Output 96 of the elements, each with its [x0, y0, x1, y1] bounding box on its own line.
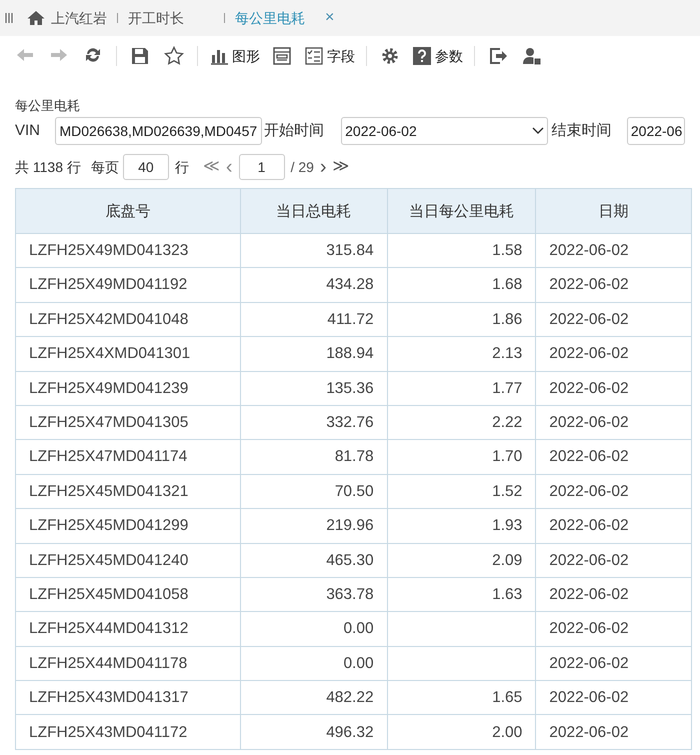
page-size-label: 每页	[90, 158, 119, 176]
table-cell: 135.36	[240, 371, 388, 406]
table-cell: 482.22	[240, 680, 388, 715]
table-cell: 1.77	[387, 371, 536, 406]
table-cell: 496.32	[240, 714, 388, 750]
table-cell: LZFH25X45MD041240	[16, 543, 240, 578]
table-cell: LZFH25X47MD041305	[16, 405, 240, 440]
date-dropdown[interactable]: 2022-06-02	[341, 117, 548, 145]
chevron-down-icon[interactable]	[532, 127, 544, 135]
table-cell: 2.09	[387, 543, 536, 578]
last-page-button[interactable]: ≫	[332, 155, 350, 179]
table-cell: 363.78	[240, 577, 388, 612]
table-cell: LZFH25X43MD041172	[16, 714, 240, 750]
table-cell: LZFH25X49MD041323	[16, 234, 240, 268]
table-cell: LZFH25X49MD041239	[16, 371, 240, 406]
table-cell: LZFH25X42MD041048	[16, 302, 240, 337]
field-label: 开始时间	[264, 120, 326, 141]
save-icon[interactable]	[130, 46, 150, 66]
grip-icon[interactable]	[5, 13, 13, 23]
table-cell: 2.13	[387, 336, 536, 372]
help-icon[interactable]	[412, 46, 432, 66]
date-value: 2022-06-02	[345, 122, 417, 140]
table-cell: LZFH25X44MD041178	[16, 646, 240, 681]
toolbar-button[interactable]: 字段	[299, 41, 360, 71]
table-cell: 332.76	[240, 405, 388, 440]
table-cell: 1.86	[387, 302, 536, 337]
table-cell: 1.70	[387, 440, 536, 474]
checklist-icon[interactable]	[304, 46, 324, 66]
table-cell: 0.00	[240, 612, 388, 646]
report-title: 每公里电耗	[15, 97, 81, 115]
row-count: 共 1138 行	[15, 158, 81, 176]
table-cell: 1.58	[387, 234, 536, 268]
tab[interactable]: 上汽红岩	[51, 8, 107, 28]
column-header[interactable]: 日期	[536, 188, 692, 234]
table-cell: 2022-06-02	[536, 714, 692, 750]
page-total: / 29	[290, 158, 314, 176]
column-header[interactable]: 底盘号	[16, 188, 240, 234]
tab[interactable]: 开工时长	[128, 8, 214, 28]
table-cell: 219.96	[240, 508, 388, 544]
previous-page-button[interactable]: ‹	[226, 157, 233, 177]
table-cell: 81.78	[240, 440, 388, 474]
exit-icon[interactable]	[488, 46, 508, 66]
table-cell: 2022-06-02	[536, 302, 692, 337]
column-header[interactable]: 当日每公里电耗	[387, 188, 536, 234]
table-cell: 2022-06-02	[536, 577, 692, 612]
settings-icon[interactable]	[380, 46, 400, 66]
table-cell: LZFH25X49MD041192	[16, 268, 240, 302]
first-page-button[interactable]: ≪	[202, 155, 220, 179]
table-cell: 1.52	[387, 474, 536, 509]
table-cell: 2022-06-02	[536, 268, 692, 302]
table-cell: 188.94	[240, 336, 388, 372]
toolbar-button[interactable]: 参数	[407, 41, 468, 71]
page-number-field[interactable]: 1	[238, 154, 285, 180]
table-cell: 1.63	[387, 577, 536, 612]
vin-field[interactable]: MD026638,MD026639,MD0457	[55, 117, 262, 145]
table-cell: 315.84	[240, 234, 388, 268]
table-cell: 2022-06-02	[536, 680, 692, 715]
table-cell: 411.72	[240, 302, 388, 337]
table-cell: 2022-06-02	[536, 543, 692, 578]
toolbar-button[interactable]: 图形	[204, 41, 265, 71]
date-field[interactable]: 2022-06	[626, 117, 685, 145]
layout-icon[interactable]	[272, 46, 292, 66]
table-cell: 1.65	[387, 680, 536, 715]
table-cell: LZFH25X4XMD041301	[16, 336, 240, 372]
next-page-button[interactable]: ›	[320, 157, 327, 177]
table-cell: 1.68	[387, 268, 536, 302]
table-cell: 2022-06-02	[536, 474, 692, 509]
table-cell: 2022-06-02	[536, 234, 692, 268]
table-cell: 2022-06-02	[536, 440, 692, 474]
table-cell: LZFH25X45MD041058	[16, 577, 240, 612]
table-cell: LZFH25X45MD041321	[16, 474, 240, 509]
table-cell: 465.30	[240, 543, 388, 578]
table-cell: 70.50	[240, 474, 388, 509]
table-cell: 2.22	[387, 405, 536, 440]
table-cell: LZFH25X44MD041312	[16, 612, 240, 646]
table-cell: 2022-06-02	[536, 405, 692, 440]
rows-unit-label: 行	[174, 158, 189, 176]
table-cell: 0.00	[240, 646, 388, 681]
user-icon[interactable]	[522, 46, 542, 66]
field-label: VIN	[15, 120, 42, 141]
table-cell: 2022-06-02	[536, 612, 692, 646]
home-icon[interactable]	[27, 10, 45, 26]
page-size-field[interactable]: 40	[122, 154, 169, 180]
table-cell: LZFH25X43MD041317	[16, 680, 240, 715]
table-cell: 434.28	[240, 268, 388, 302]
table-cell: 2022-06-02	[536, 646, 692, 681]
column-header[interactable]: 当日总电耗	[240, 188, 388, 234]
table-cell: 2022-06-02	[536, 336, 692, 372]
table-cell: LZFH25X45MD041299	[16, 508, 240, 544]
field-label: 结束时间	[552, 120, 613, 141]
table-cell: 1.93	[387, 508, 536, 544]
table-cell: LZFH25X47MD041174	[16, 440, 240, 474]
table-cell: 2022-06-02	[536, 371, 692, 406]
table-cell: 2.00	[387, 714, 536, 750]
star-icon[interactable]	[164, 46, 184, 66]
table-cell: 2022-06-02	[536, 508, 692, 544]
